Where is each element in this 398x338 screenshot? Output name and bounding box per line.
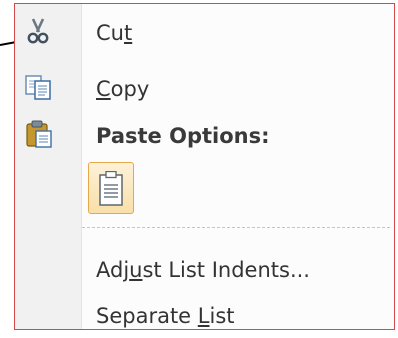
paste-options-heading: Paste Options: bbox=[15, 116, 394, 156]
menu-item-cut[interactable]: Cut bbox=[15, 13, 394, 53]
menu-item-copy[interactable]: Copy bbox=[15, 69, 394, 109]
menu-item-label: Cut bbox=[96, 21, 133, 45]
scissors-icon bbox=[24, 17, 52, 49]
menu-item-adjust-list-indents[interactable]: Adjust List Indents... bbox=[15, 250, 394, 290]
clipboard-icon bbox=[24, 119, 54, 153]
context-menu: Cut Copy Paste Options: Adjust List Inde… bbox=[14, 3, 395, 330]
menu-separator bbox=[82, 227, 390, 228]
menu-item-label: Copy bbox=[96, 77, 150, 101]
paste-keep-text-icon bbox=[98, 170, 126, 211]
menu-item-label: Paste Options: bbox=[96, 124, 270, 148]
paste-keep-text-only-button[interactable] bbox=[88, 162, 134, 214]
copy-icon bbox=[24, 73, 54, 105]
menu-item-label: Adjust List Indents... bbox=[96, 258, 310, 282]
menu-item-separate-list[interactable]: Separate List bbox=[15, 296, 394, 336]
menu-item-label: Separate List bbox=[96, 304, 235, 328]
